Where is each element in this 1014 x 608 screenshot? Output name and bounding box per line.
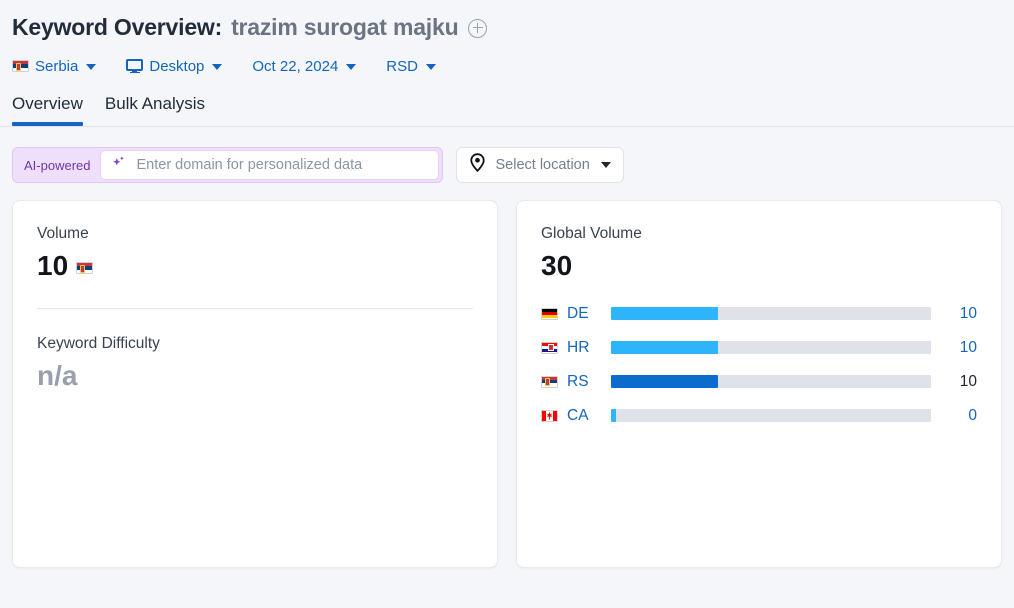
global-volume-card: Global Volume 30 DE 10 HR 10 RS 10 CA 0 (516, 200, 1002, 568)
country-code[interactable]: HR (567, 339, 589, 357)
volume-value: 10 (37, 250, 69, 281)
search-row: AI-powered Select location (0, 127, 1014, 183)
map-pin-icon (469, 153, 486, 177)
volume-difficulty-card: Volume 10 Keyword Difficulty n/a (12, 200, 498, 568)
flag-ca-icon (541, 409, 558, 422)
volume-bar-track (611, 341, 931, 354)
country-volume-list: DE 10 HR 10 RS 10 CA 0 (541, 301, 977, 428)
filter-country-label: Serbia (35, 57, 79, 75)
tab-list: Overview Bulk Analysis (0, 94, 1014, 126)
filter-device-label: Desktop (149, 57, 205, 75)
tab-bulk-analysis[interactable]: Bulk Analysis (105, 94, 205, 126)
country-label-group[interactable]: DE (541, 305, 611, 323)
flag-rs-icon (541, 375, 558, 388)
tabs-divider (0, 126, 1014, 127)
flag-rs-icon (12, 60, 29, 72)
keyword-text: trazim surogat majku (231, 13, 459, 40)
country-volume-value[interactable]: 0 (947, 407, 977, 425)
volume-bar-fill (611, 307, 718, 320)
volume-label: Volume (37, 225, 89, 242)
volume-bar-fill (611, 409, 616, 422)
filter-country[interactable]: Serbia (12, 57, 97, 75)
ai-powered-badge: AI-powered (24, 157, 91, 173)
table-row: DE 10 (541, 301, 977, 326)
page-header: Keyword Overview: trazim surogat majku S… (0, 0, 1014, 79)
volume-bar-track (611, 409, 931, 422)
flag-hr-icon (541, 341, 558, 354)
filter-currency-label: RSD (386, 57, 418, 75)
chevron-down-icon (346, 63, 357, 70)
keyword-overview-page: Keyword Overview: trazim surogat majku S… (0, 0, 1014, 608)
country-code[interactable]: RS (567, 373, 589, 391)
keyword-difficulty-value: n/a (37, 360, 78, 391)
country-label-group[interactable]: RS (541, 373, 611, 391)
flag-de-icon (541, 307, 558, 320)
volume-bar-track (611, 307, 931, 320)
filter-device[interactable]: Desktop (126, 57, 223, 75)
filter-currency[interactable]: RSD (386, 58, 436, 75)
table-row: HR 10 (541, 335, 977, 360)
location-selector[interactable]: Select location (456, 147, 624, 183)
country-volume-value[interactable]: 10 (947, 339, 977, 357)
country-label-group[interactable]: HR (541, 339, 611, 357)
filter-date[interactable]: Oct 22, 2024 (252, 57, 357, 75)
location-label: Select location (495, 157, 590, 173)
volume-bar-fill (611, 341, 718, 354)
tabs-bar: Overview Bulk Analysis (0, 94, 1014, 127)
table-row: CA 0 (541, 403, 977, 428)
monitor-icon (126, 58, 144, 74)
table-row: RS 10 (541, 369, 977, 394)
filter-bar: Serbia Desktop Oct 22, 2024 RSD (12, 53, 1002, 79)
ai-domain-box: AI-powered (12, 147, 444, 183)
global-volume-label: Global Volume (541, 225, 642, 242)
country-volume-value: 10 (959, 372, 977, 390)
domain-input-wrap[interactable] (100, 150, 440, 180)
add-keyword-icon[interactable] (468, 18, 488, 38)
volume-bar-track (611, 375, 931, 388)
title-row: Keyword Overview: trazim surogat majku (12, 10, 1002, 44)
keyword-difficulty-label: Keyword Difficulty (37, 335, 160, 352)
chevron-down-icon (425, 63, 436, 70)
chevron-down-icon (212, 63, 223, 70)
flag-rs-icon (76, 262, 94, 274)
volume-bar-fill (611, 375, 718, 388)
page-title: Keyword Overview: (12, 13, 223, 40)
filter-date-label: Oct 22, 2024 (252, 57, 339, 75)
country-label-group[interactable]: CA (541, 407, 611, 425)
tab-overview[interactable]: Overview (12, 94, 83, 126)
card-divider (37, 308, 473, 309)
sparkle-icon (111, 155, 126, 175)
country-code[interactable]: DE (567, 305, 589, 323)
chevron-down-icon (600, 162, 611, 168)
volume-value-row: 10 (37, 252, 473, 280)
country-volume-value[interactable]: 10 (947, 305, 977, 323)
chevron-down-icon (86, 63, 97, 70)
country-code[interactable]: CA (567, 407, 589, 425)
global-volume-value: 30 (541, 250, 573, 281)
metric-cards: Volume 10 Keyword Difficulty n/a Global … (0, 183, 1014, 568)
domain-input[interactable] (134, 156, 427, 174)
